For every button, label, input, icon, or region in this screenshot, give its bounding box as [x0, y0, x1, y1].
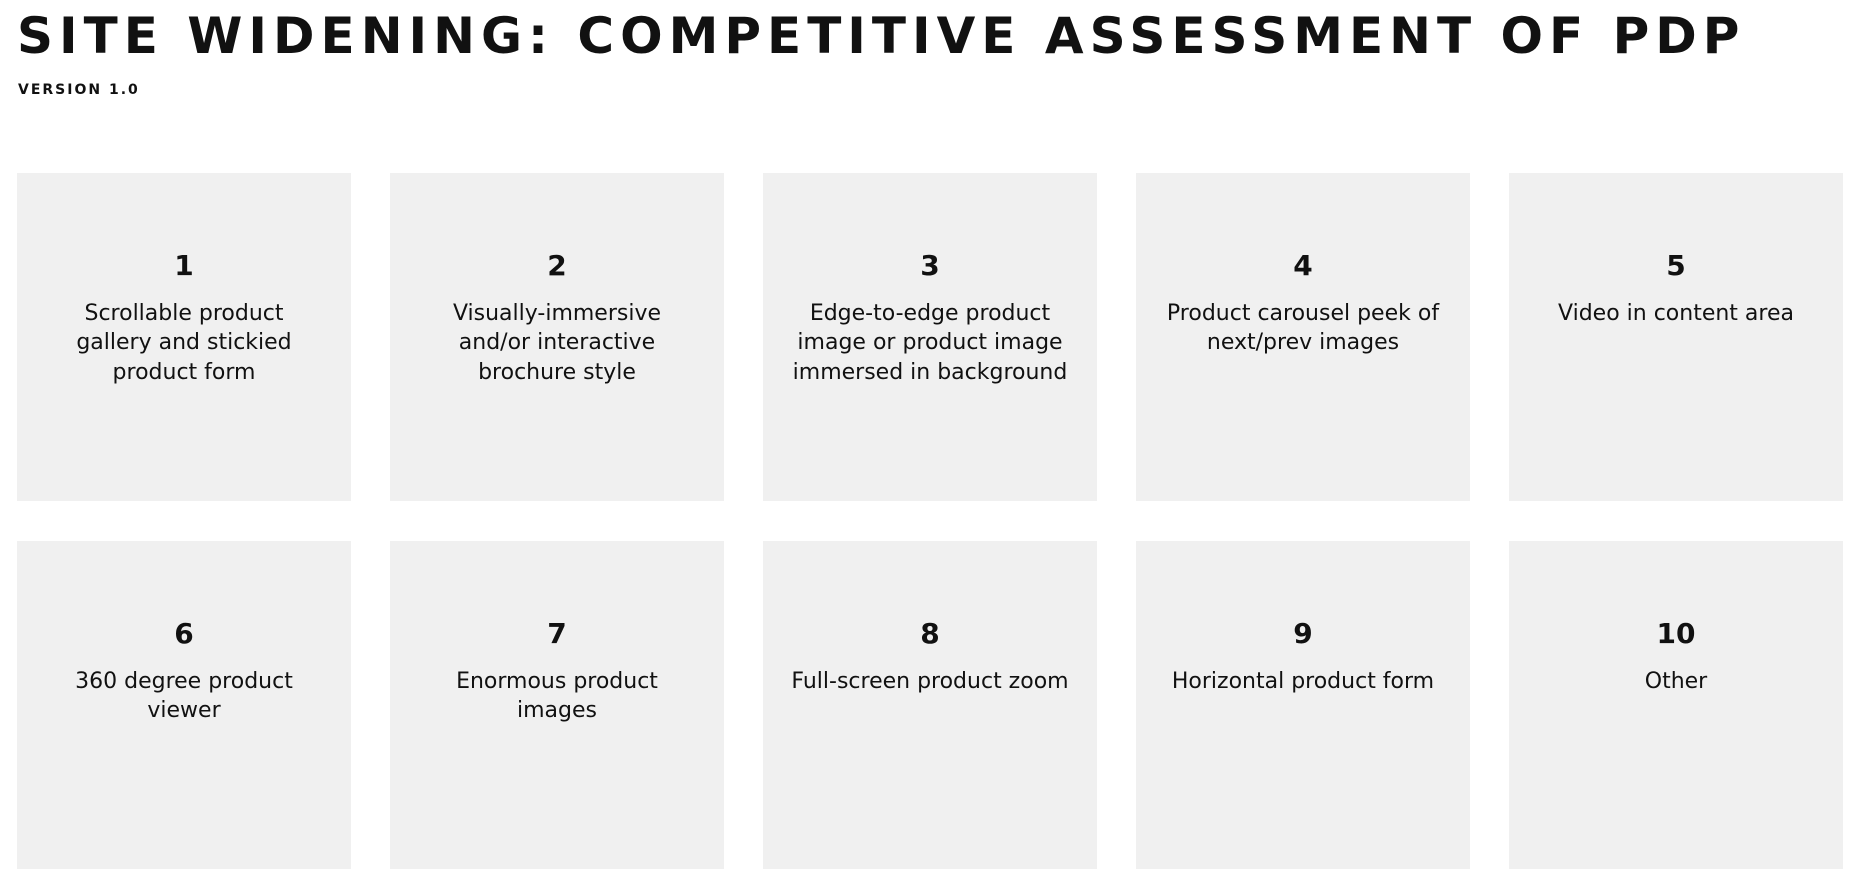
card-label: Scrollable product gallery and stickied … [76, 300, 292, 385]
card-number: 10 [1656, 617, 1696, 650]
card-number: 8 [920, 617, 940, 650]
category-card-4[interactable]: 4 Product carousel peek of next/prev ima… [1136, 173, 1470, 501]
category-card-5[interactable]: 5 Video in content area [1509, 173, 1843, 501]
card-label: Visually-immersive and/or interactive br… [452, 300, 662, 385]
card-number: 1 [174, 249, 194, 282]
category-card-10[interactable]: 10 Other [1509, 541, 1843, 869]
category-card-8[interactable]: 8 Full-screen product zoom [763, 541, 1097, 869]
category-grid: 1 Scrollable product gallery and stickie… [17, 173, 1843, 869]
card-number: 7 [547, 617, 567, 650]
card-number: 9 [1293, 617, 1313, 650]
category-card-1[interactable]: 1 Scrollable product gallery and stickie… [17, 173, 351, 501]
card-number: 3 [920, 249, 940, 282]
page-title: SITE WIDENING: COMPETITIVE ASSESSMENT OF… [17, 7, 1746, 65]
card-number: 4 [1293, 249, 1313, 282]
card-number: 5 [1666, 249, 1686, 282]
card-label: Horizontal product form [1171, 668, 1435, 694]
category-card-3[interactable]: 3 Edge-to-edge product image or product … [763, 173, 1097, 501]
card-number: 2 [547, 249, 567, 282]
card-label: 360 degree product viewer [75, 668, 293, 724]
category-card-6[interactable]: 6 360 degree product viewer [17, 541, 351, 869]
version-label: VERSION 1.0 [18, 82, 140, 98]
card-label: Edge-to-edge product image or product im… [792, 300, 1068, 385]
category-card-9[interactable]: 9 Horizontal product form [1136, 541, 1470, 869]
card-label: Product carousel peek of next/prev image… [1166, 300, 1440, 356]
card-label: Other [1644, 668, 1708, 694]
card-label: Enormous product images [456, 668, 658, 724]
card-number: 6 [174, 617, 194, 650]
category-card-2[interactable]: 2 Visually-immersive and/or interactive … [390, 173, 724, 501]
category-card-7[interactable]: 7 Enormous product images [390, 541, 724, 869]
card-label: Full-screen product zoom [791, 668, 1069, 694]
card-label: Video in content area [1558, 300, 1794, 326]
